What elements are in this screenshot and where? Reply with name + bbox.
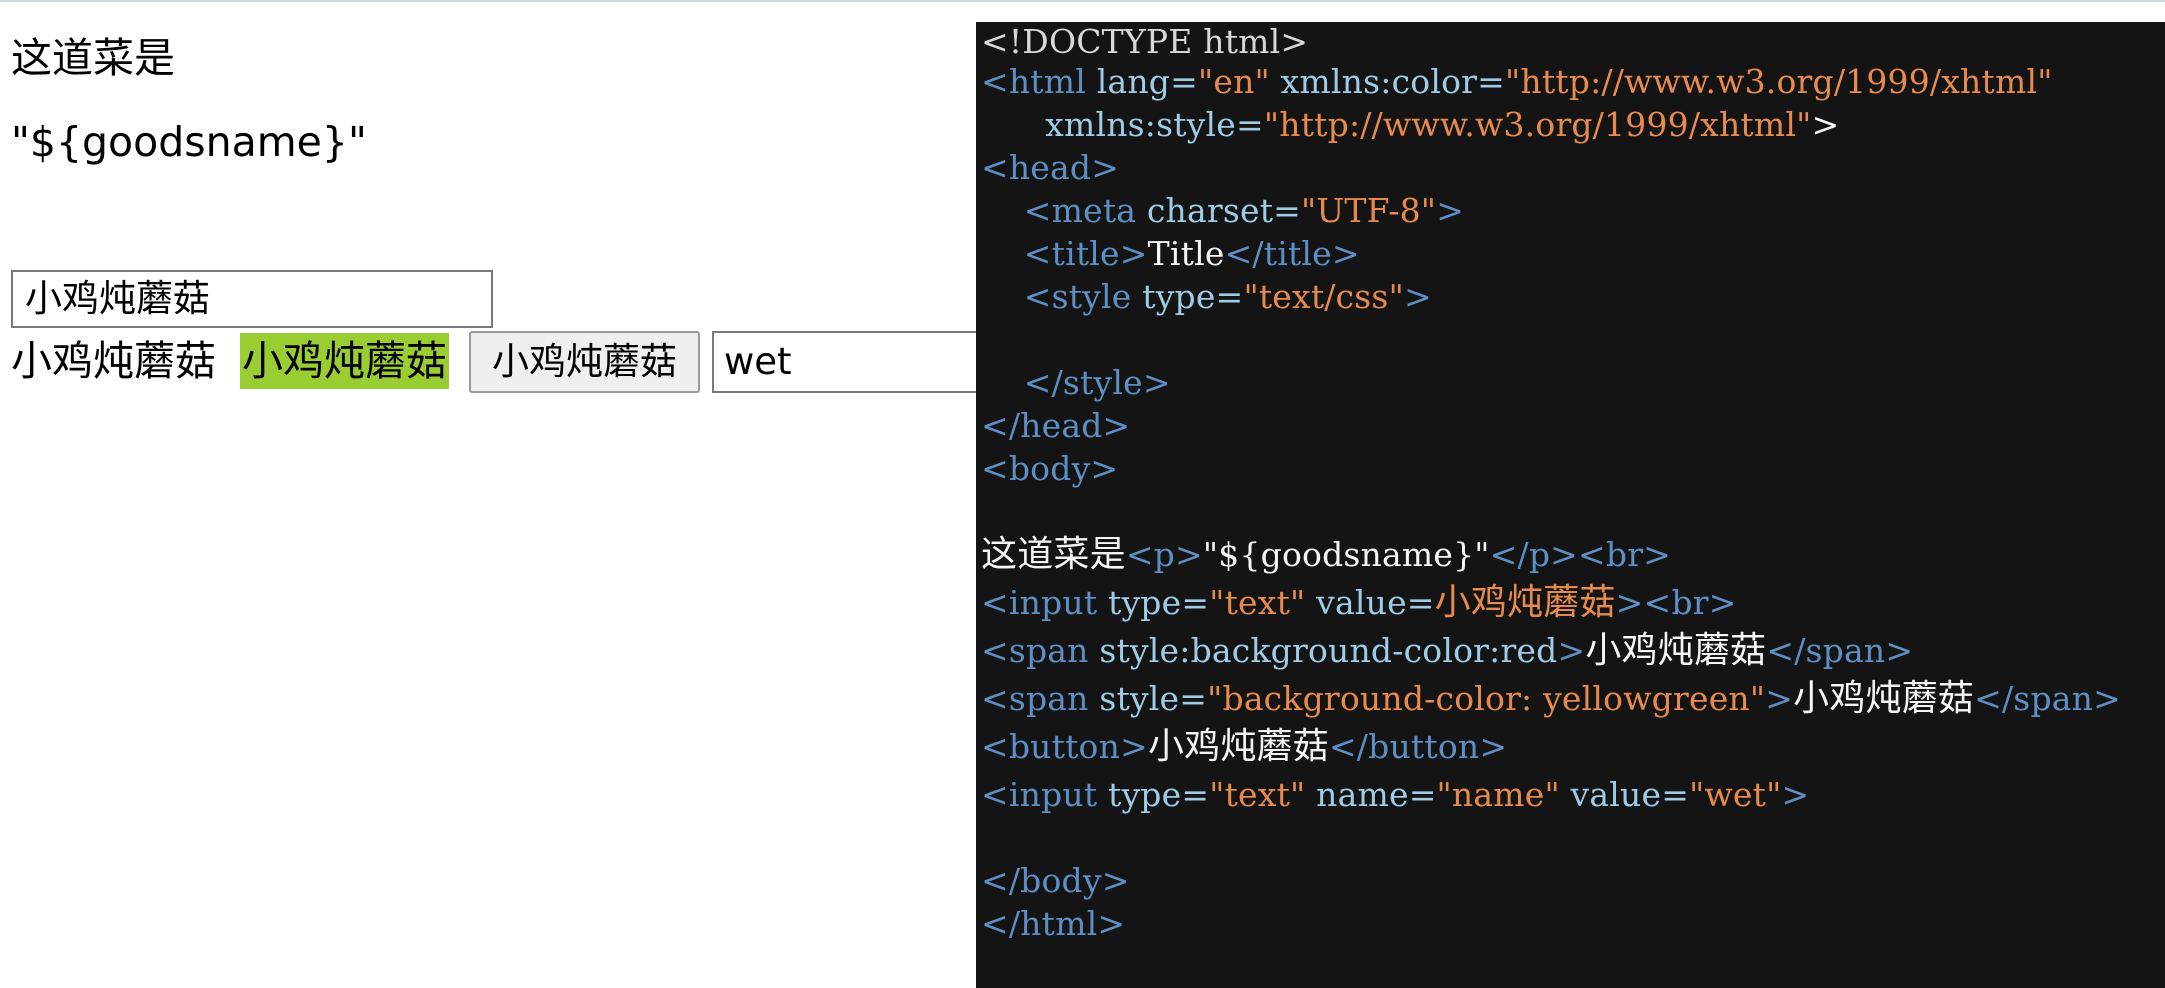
code-line-18: <input type="text" name="name" value="we…	[981, 775, 1810, 814]
goodsname-paragraph: "${goodsname}"	[11, 118, 367, 166]
code-line-1: <!DOCTYPE html>	[981, 22, 1309, 61]
name-text-input[interactable]: wet	[712, 331, 992, 393]
code-line-21: </html>	[981, 904, 1126, 943]
code-line-7: <style type="text/css">	[1023, 277, 1432, 316]
code-line-13: 这道菜是<p>"${goodsname}"</p><br>	[981, 534, 1672, 575]
page-preview: 这道菜是 "${goodsname}" 小鸡炖蘑菇 小鸡炖蘑菇 小鸡炖蘑菇 小鸡…	[0, 0, 992, 988]
code-line-9: </style>	[1023, 363, 1171, 402]
code-line-14: <input type="text" value=小鸡炖蘑菇><br>	[981, 582, 1737, 623]
code-line-10: </head>	[981, 406, 1131, 445]
code-line-5: <meta charset="UTF-8">	[1023, 191, 1465, 230]
code-line-3: xmlns:style="http://www.w3.org/1999/xhtm…	[1045, 105, 1840, 144]
code-editor[interactable]: <!DOCTYPE html> <html lang="en" xmlns:co…	[976, 22, 2165, 988]
highlighted-dish-span: 小鸡炖蘑菇	[240, 333, 449, 389]
code-line-6: <title>Title</title>	[1023, 234, 1360, 273]
code-line-20: </body>	[981, 861, 1130, 900]
plain-dish-span: 小鸡炖蘑菇	[11, 337, 216, 385]
dish-button[interactable]: 小鸡炖蘑菇	[469, 331, 700, 393]
dish-text-input[interactable]: 小鸡炖蘑菇	[11, 270, 493, 328]
dish-heading-text: 这道菜是	[11, 34, 175, 82]
code-line-2: <html lang="en" xmlns:color="http://www.…	[981, 62, 2053, 101]
code-line-16: <span style="background-color: yellowgre…	[981, 678, 2121, 719]
code-line-15: <span style:background-color:red>小鸡炖蘑菇</…	[981, 630, 1914, 671]
code-line-4: <head>	[981, 148, 1120, 187]
code-line-11: <body>	[981, 449, 1119, 488]
code-line-17: <button>小鸡炖蘑菇</button>	[981, 726, 1508, 767]
